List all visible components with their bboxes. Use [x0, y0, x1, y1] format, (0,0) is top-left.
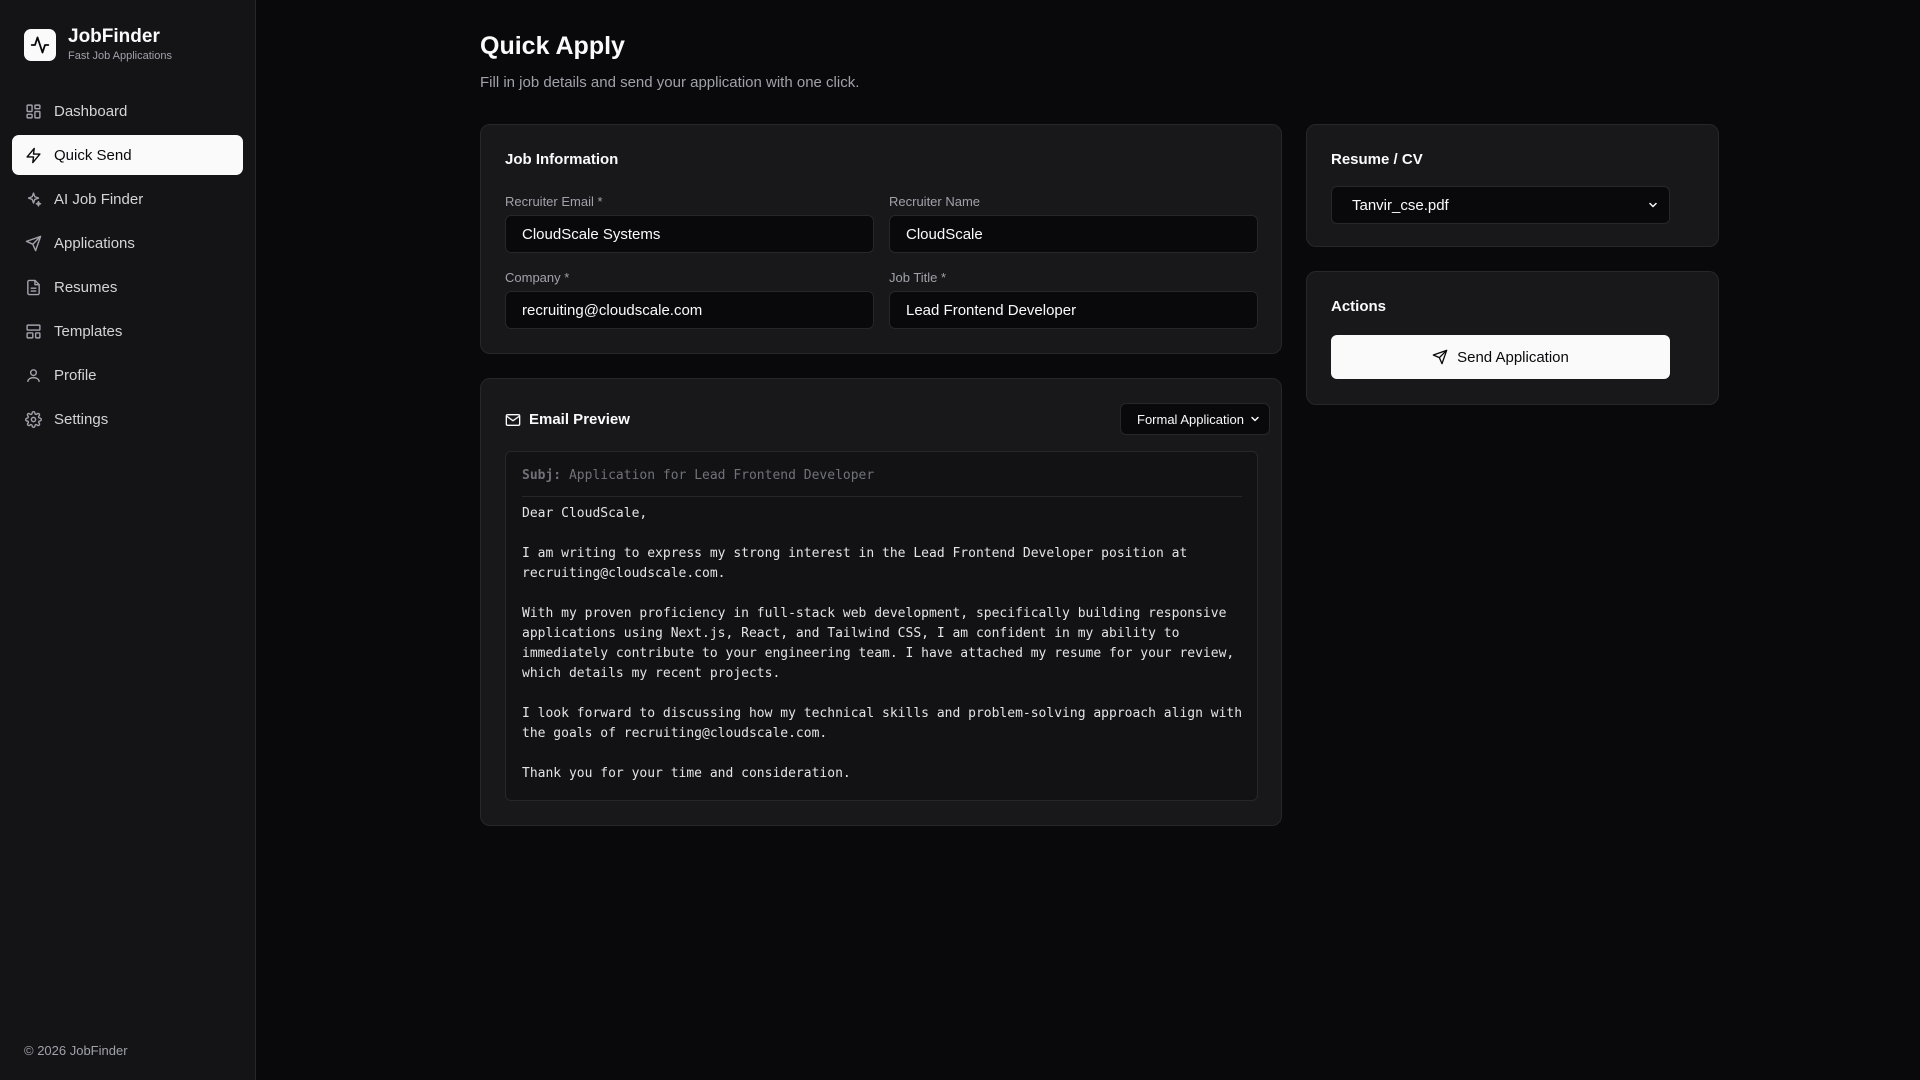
email-greeting: Dear CloudScale,	[522, 506, 648, 521]
sidebar-item-label: Quick Send	[54, 146, 132, 164]
email-preview-header: Email Preview	[505, 411, 630, 428]
email-closing: Thank you for your time and consideratio…	[522, 766, 851, 781]
sidebar-item-label: Profile	[54, 366, 97, 384]
email-paragraph-2: With my proven proficiency in full-stack…	[522, 606, 1235, 681]
sidebar-item-settings[interactable]: Settings	[12, 399, 243, 439]
sidebar-nav: Dashboard Quick Send AI Job Finder Appli…	[0, 91, 255, 443]
email-preview-box: Subj: Application for Lead Frontend Deve…	[505, 451, 1258, 801]
sidebar-item-dashboard[interactable]: Dashboard	[12, 91, 243, 131]
email-body: Dear CloudScale, I am writing to express…	[522, 504, 1252, 804]
chevron-down-icon	[1647, 199, 1659, 211]
actions-card: Actions Send Application	[1306, 271, 1719, 405]
card-title: Job Information	[505, 151, 619, 168]
dashboard-icon	[24, 102, 42, 120]
brand[interactable]: JobFinder Fast Job Applications	[0, 0, 255, 87]
recruiter-email-field[interactable]	[505, 215, 874, 253]
page-title: Quick Apply	[480, 32, 625, 60]
email-paragraph-3: I look forward to discussing how my tech…	[522, 706, 1243, 741]
main-content: Quick Apply Fill in job details and send…	[256, 0, 1920, 1080]
job-title-label: Job Title *	[889, 270, 947, 285]
resume-card: Resume / CV Tanvir_cse.pdf	[1306, 124, 1719, 247]
job-title-field[interactable]	[889, 291, 1258, 329]
lightning-icon	[24, 146, 42, 164]
send-icon	[24, 234, 42, 252]
sidebar: JobFinder Fast Job Applications Dashboar…	[0, 0, 256, 1080]
chevron-down-icon	[1249, 413, 1261, 425]
sidebar-item-label: Templates	[54, 322, 123, 340]
gear-icon	[24, 410, 42, 428]
page-subtitle: Fill in job details and send your applic…	[480, 74, 860, 91]
sidebar-footer: © 2026 JobFinder	[24, 1043, 128, 1058]
send-application-button[interactable]: Send Application	[1331, 335, 1670, 379]
sidebar-item-templates[interactable]: Templates	[12, 311, 243, 351]
user-icon	[24, 366, 42, 384]
resume-select[interactable]: Tanvir_cse.pdf	[1331, 186, 1670, 224]
sidebar-item-ai-job-finder[interactable]: AI Job Finder	[12, 179, 243, 219]
send-application-label: Send Application	[1457, 348, 1569, 366]
job-information-card: Job Information Recruiter Email * Recrui…	[480, 124, 1282, 354]
card-title: Actions	[1331, 298, 1387, 315]
recruiter-email-label: Recruiter Email *	[505, 194, 603, 209]
sidebar-item-label: Resumes	[54, 278, 118, 296]
sidebar-item-quick-send[interactable]: Quick Send	[12, 135, 243, 175]
email-paragraph-1: I am writing to express my strong intere…	[522, 546, 1188, 581]
sidebar-item-label: Settings	[54, 410, 109, 428]
sidebar-item-label: Dashboard	[54, 102, 128, 120]
email-preview-card: Email Preview Formal Application Subj: A…	[480, 378, 1282, 826]
template-select-value: Formal Application	[1137, 411, 1244, 427]
sidebar-item-label: Applications	[54, 234, 135, 252]
sidebar-item-profile[interactable]: Profile	[12, 355, 243, 395]
document-icon	[24, 278, 42, 296]
company-label: Company *	[505, 270, 570, 285]
subject-text: Application for Lead Frontend Developer	[568, 468, 875, 483]
card-title: Resume / CV	[1331, 151, 1423, 168]
resume-select-value: Tanvir_cse.pdf	[1352, 196, 1449, 214]
brand-name: JobFinder	[68, 26, 160, 47]
mail-icon	[505, 412, 521, 428]
activity-icon	[24, 28, 56, 61]
sidebar-item-applications[interactable]: Applications	[12, 223, 243, 263]
sidebar-item-resumes[interactable]: Resumes	[12, 267, 243, 307]
recruiter-name-field[interactable]	[889, 215, 1258, 253]
company-field[interactable]	[505, 291, 874, 329]
app-root: JobFinder Fast Job Applications Dashboar…	[0, 0, 1920, 1080]
template-select[interactable]: Formal Application	[1120, 403, 1270, 435]
card-title: Email Preview	[529, 411, 630, 428]
send-icon	[1432, 349, 1448, 365]
recruiter-name-label: Recruiter Name	[889, 194, 981, 209]
sparkles-icon	[24, 190, 42, 208]
email-subject: Subj: Application for Lead Frontend Deve…	[522, 468, 1242, 497]
template-icon	[24, 322, 42, 340]
sidebar-item-label: AI Job Finder	[54, 190, 144, 208]
subject-label: Subj:	[522, 468, 562, 483]
brand-subtitle: Fast Job Applications	[68, 50, 172, 62]
